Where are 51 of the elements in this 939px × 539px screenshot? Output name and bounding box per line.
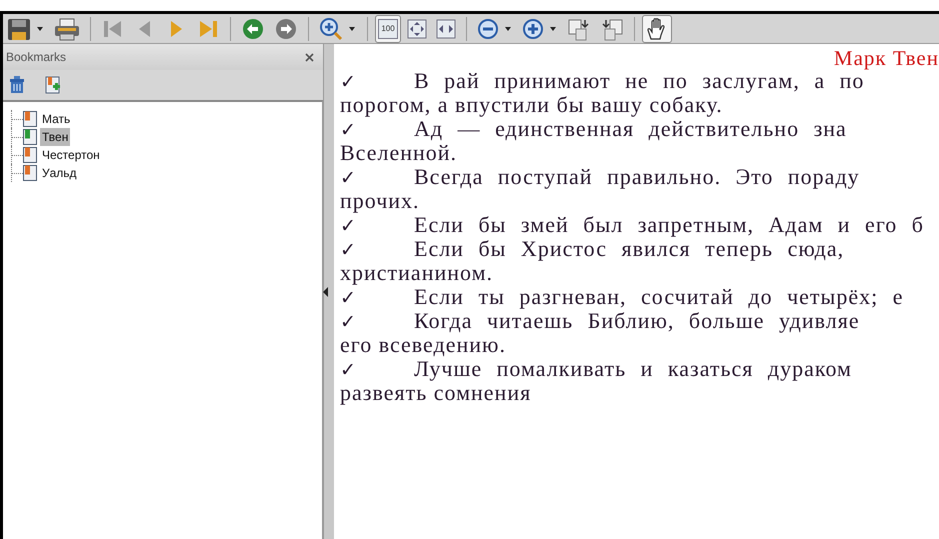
quote-text: Всегда поступай правильно. Это пораду xyxy=(414,165,860,189)
quote-text: его всеведению. xyxy=(340,333,506,357)
plus-circle-icon xyxy=(522,18,544,40)
check-mark: ✓ xyxy=(340,239,358,263)
quote-text: Если ты разгневан, сосчитай до четырёх; е xyxy=(414,285,904,309)
quote-text: В рай принимают не по заслугам, а по xyxy=(414,69,864,93)
bookmark-icon xyxy=(23,165,37,181)
close-icon[interactable] xyxy=(305,52,314,62)
printer-icon xyxy=(54,16,80,40)
minus-circle-icon xyxy=(477,18,499,40)
bookmark-item[interactable]: Мать xyxy=(40,110,72,128)
bookmark-icon xyxy=(23,129,37,145)
actual-size-button[interactable]: 100 xyxy=(375,14,401,42)
add-bookmark-icon[interactable] xyxy=(45,76,61,94)
quote-text: Когда читаешь Библию, больше удивляе xyxy=(414,309,860,333)
dropdown-caret-icon[interactable] xyxy=(550,26,556,30)
quote-text: порогом, а впустили бы вашу собаку. xyxy=(340,93,723,117)
quote-text: Если бы Христос явился теперь сюда, xyxy=(414,237,844,261)
fit-page-icon xyxy=(407,18,427,38)
bookmark-item[interactable]: Честертон xyxy=(40,146,102,164)
check-mark: ✓ xyxy=(340,287,358,311)
quote-text: Если бы змей был запретным, Адам и его б xyxy=(414,213,924,237)
fit-width-icon xyxy=(436,18,456,38)
rotate-page-icon xyxy=(600,16,624,40)
bookmark-item[interactable]: Уальд xyxy=(40,164,79,182)
collapse-arrow-icon[interactable] xyxy=(323,286,328,296)
dropdown-caret-icon[interactable] xyxy=(505,26,511,30)
check-mark: ✓ xyxy=(340,311,358,335)
hand-button[interactable] xyxy=(642,14,672,42)
bookmark-icon xyxy=(23,111,37,127)
check-mark: ✓ xyxy=(340,215,358,239)
bookmark-item[interactable]: Твен xyxy=(40,128,70,146)
magnifier-icon xyxy=(319,16,343,40)
quote-text: развеять сомнения xyxy=(340,381,532,405)
quote-text: Вселенной. xyxy=(340,141,458,165)
rotate-page-icon xyxy=(567,16,591,40)
floppy-icon xyxy=(7,16,31,40)
dropdown-caret-icon[interactable] xyxy=(349,26,355,30)
trash-icon[interactable] xyxy=(9,76,25,94)
check-mark: ✓ xyxy=(340,359,358,383)
document-heading: Марк Твен xyxy=(832,47,939,69)
panel-title: Bookmarks xyxy=(6,49,66,66)
dropdown-caret-icon[interactable] xyxy=(37,26,43,30)
quote-text: Лучше помалкивать и казаться дураком xyxy=(414,357,852,381)
quote-text: Ад — единственная действительно зна xyxy=(414,117,847,141)
check-mark: ✓ xyxy=(340,119,358,143)
quote-text: прочих. xyxy=(340,189,420,213)
check-mark: ✓ xyxy=(340,71,358,95)
bookmark-icon xyxy=(23,147,37,163)
quote-text: христианином. xyxy=(340,261,494,285)
check-mark: ✓ xyxy=(340,167,358,191)
